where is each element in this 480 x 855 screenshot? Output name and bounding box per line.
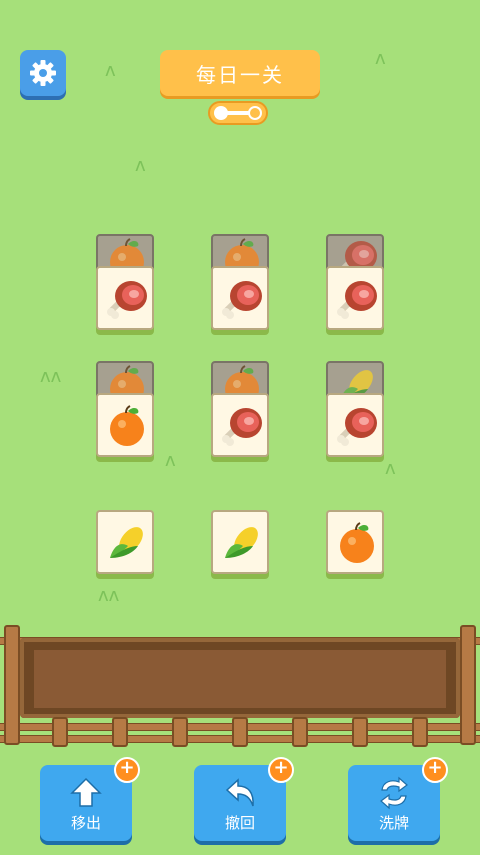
corn-icon (225, 527, 258, 558)
shuffle-label: 洗牌 (378, 814, 409, 832)
grass-decoration: ᴧᴧ (40, 366, 62, 387)
tile-ham[interactable] (211, 266, 269, 330)
fence-post (52, 717, 68, 747)
remove-button[interactable]: + 移出 (40, 757, 140, 841)
grass-decoration: ᴧ (105, 60, 116, 81)
tile-corn[interactable] (96, 510, 154, 574)
undo-arrow-icon (225, 778, 254, 807)
grass-decoration: ᴧᴧ (98, 585, 120, 606)
toggle-knob-right (248, 106, 262, 120)
grass-decoration: ᴧ (385, 458, 396, 479)
fence-post (352, 717, 368, 747)
tile-tray (20, 638, 460, 718)
fence-post (412, 717, 428, 747)
grass-decoration: ᴧ (135, 155, 146, 176)
remove-label: 移出 (70, 814, 101, 832)
shuffle-arrows-icon (380, 776, 408, 810)
tile-ham[interactable] (211, 393, 269, 457)
fence-post (460, 625, 476, 745)
ham-icon (337, 281, 377, 319)
undo-label: 撤回 (224, 814, 255, 832)
tile-ham[interactable] (326, 393, 384, 457)
mode-toggle[interactable] (208, 101, 268, 125)
add-undo-plus[interactable]: + (268, 757, 294, 783)
fence-post (292, 717, 308, 747)
ham-icon (222, 281, 262, 319)
ham-icon (107, 281, 147, 319)
grass-decoration: ᴧ (375, 48, 386, 69)
tile-orange[interactable] (326, 510, 384, 574)
page-title: 每日一关 (160, 50, 320, 96)
add-shuffle-plus[interactable]: + (422, 757, 448, 783)
toggle-bar (224, 111, 250, 115)
orange-icon (110, 405, 144, 446)
fence-post (4, 625, 20, 745)
page-title-text: 每日一关 (196, 62, 284, 87)
tile-ham[interactable] (96, 266, 154, 330)
gear-icon (30, 60, 56, 86)
arrow-up-icon (70, 777, 102, 807)
shuffle-button[interactable]: + 洗牌 (348, 757, 448, 841)
tile-corn[interactable] (211, 510, 269, 574)
tile-ham[interactable] (326, 266, 384, 330)
settings-button[interactable] (20, 50, 66, 96)
fence-post (112, 717, 128, 747)
fence-post (232, 717, 248, 747)
tile-tray-slot (34, 650, 446, 708)
fence-post (172, 717, 188, 747)
tile-orange[interactable] (96, 393, 154, 457)
orange-icon (340, 522, 374, 563)
undo-button[interactable]: + 撤回 (194, 757, 294, 841)
corn-icon (110, 527, 143, 558)
grass-decoration: ᴧ (165, 450, 176, 471)
ham-icon (222, 408, 262, 446)
ham-icon (337, 408, 377, 446)
add-remove-plus[interactable]: + (114, 757, 140, 783)
